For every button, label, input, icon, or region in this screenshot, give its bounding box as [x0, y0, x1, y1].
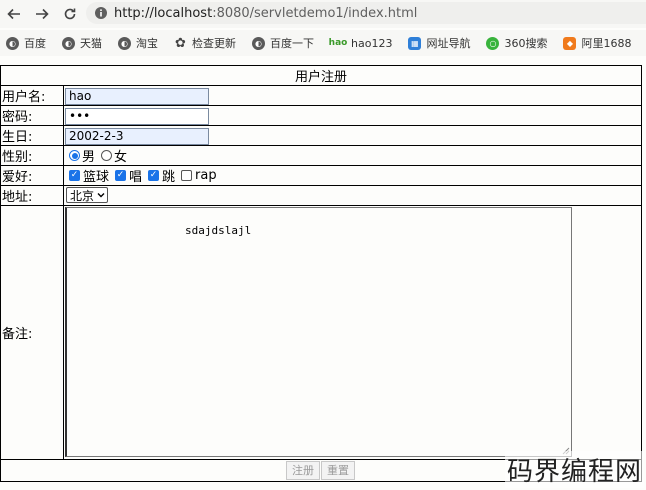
url-path: :8080/servletdemo1/index.html [212, 5, 418, 21]
grid-icon: ▦ [408, 36, 422, 50]
globe-icon: ◐ [62, 36, 75, 50]
reset-button[interactable]: 重置 [321, 461, 355, 480]
bookmark-360[interactable]: ○ 360搜索 [486, 35, 547, 51]
bookmark-tmall[interactable]: ◐ 天猫 [62, 35, 102, 51]
chevron-down-icon [97, 193, 105, 198]
password-label: 密码: [0, 105, 64, 126]
remark-textarea[interactable]: sdajdslajl [65, 207, 572, 457]
watermark: 码界编程网 [504, 451, 644, 488]
hobby-basketball-checkbox[interactable]: ✓ [69, 170, 80, 181]
birthday-input[interactable] [65, 127, 209, 145]
address-selected-value: 北京 [70, 188, 95, 203]
gender-male-radio[interactable] [69, 150, 80, 161]
arrow-left-icon [7, 8, 20, 20]
bookmarks-bar: ◐ 百度 ◐ 天猫 ◐ 淘宝 ✿ 检查更新 ◐ 百度一下 hao hao123 ▦ 网址导航 … [0, 30, 646, 56]
reload-icon [64, 8, 76, 20]
hobby-dance-checkbox[interactable]: ✓ [148, 170, 160, 181]
site-info-icon[interactable] [94, 6, 108, 20]
gender-female-label: 女 [114, 150, 128, 165]
globe-icon: ◐ [6, 36, 19, 50]
address-select[interactable]: 北京 [66, 187, 109, 204]
url-host: http://localhost [114, 5, 213, 21]
address-label: 地址: [0, 185, 64, 206]
bookmark-check-update[interactable]: ✿ 检查更新 [174, 35, 236, 51]
hobby-sing-checkbox[interactable]: ✓ [115, 170, 127, 181]
register-form-table: 用户注册 用户名: 密码: 生日: 性别: 男 女 爱好: ✓篮球 ✓唱 ✓跳 … [0, 65, 642, 482]
username-label: 用户名: [0, 85, 64, 106]
hobby-sing-label: 唱 [129, 170, 143, 185]
arrow-right-icon [36, 8, 49, 20]
submit-button[interactable]: 注册 [286, 461, 320, 480]
hobby-rap-checkbox[interactable] [181, 170, 193, 181]
remark-label: 备注: [0, 205, 64, 460]
form-title: 用户注册 [0, 65, 642, 86]
reload-button[interactable] [56, 0, 84, 28]
back-button[interactable] [0, 0, 28, 28]
hobby-label: 爱好: [0, 165, 64, 186]
hao123-icon: hao [328, 38, 348, 48]
gender-group: 男 女 [65, 146, 640, 165]
360-icon: ○ [486, 36, 500, 50]
globe-icon: ◐ [252, 36, 265, 50]
hobby-group: ✓ 篮球 ✓ 唱 ✓ 跳 rap [65, 166, 640, 185]
bookmark-nav[interactable]: ▦ 网址导航 [408, 35, 470, 51]
remark-text: sdajdslajl [185, 224, 252, 237]
bookmark-1688[interactable]: ◆ 阿里1688 [563, 35, 631, 51]
hobby-basketball-label: 篮球 [83, 170, 110, 185]
gender-label: 性别: [0, 145, 64, 166]
url-field[interactable]: http://localhost:8080/servletdemo1/index… [86, 2, 646, 24]
bookmark-taobao[interactable]: ◐ 淘宝 [118, 35, 158, 51]
gear-icon: ✿ [175, 35, 186, 51]
hobby-rap-label: rap [195, 168, 217, 183]
gender-male-label: 男 [82, 150, 96, 165]
hobby-dance-label: 跳 [162, 170, 176, 185]
bookmark-baidu-search[interactable]: ◐ 百度一下 [252, 35, 314, 51]
birthday-label: 生日: [0, 125, 64, 146]
address-bar: http://localhost:8080/servletdemo1/index… [0, 0, 646, 28]
gender-female-radio[interactable] [101, 150, 113, 161]
bookmark-hao123[interactable]: hao hao123 [328, 37, 393, 50]
bookmark-baidu[interactable]: ◐ 百度 [6, 35, 46, 51]
globe-icon: ◐ [118, 36, 131, 50]
forward-button[interactable] [28, 0, 56, 28]
password-input[interactable] [65, 107, 209, 125]
alibaba-icon: ◆ [563, 36, 577, 50]
username-input[interactable] [65, 87, 209, 105]
